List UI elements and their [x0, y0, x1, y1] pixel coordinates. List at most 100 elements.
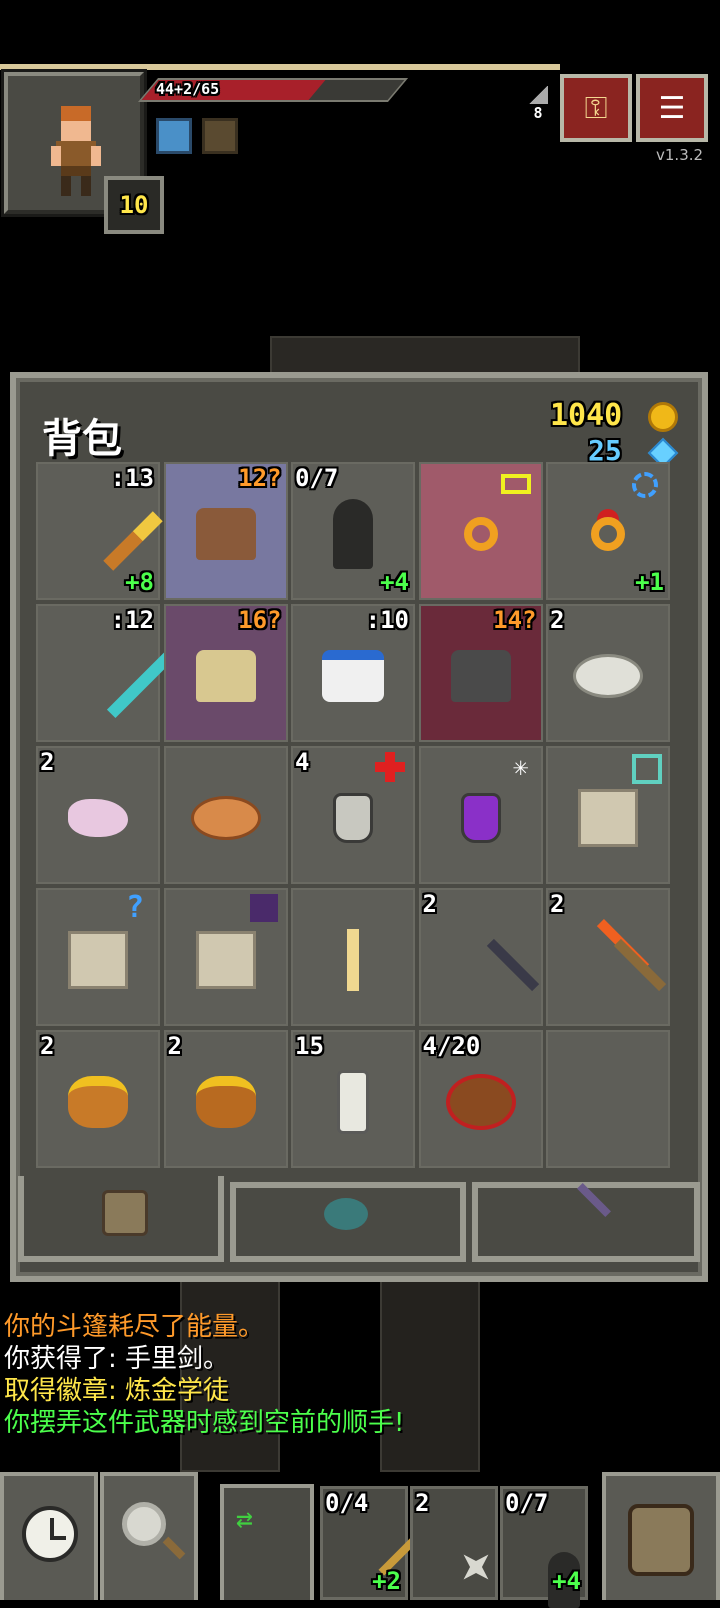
inventory-slot-23[interactable]: 15	[291, 1030, 415, 1168]
inventory-slot-7[interactable]: 16?	[163, 604, 288, 742]
inventory-slot-10[interactable]: 2	[546, 604, 670, 742]
log-message: 你摆弄这件武器时感到空前的顺手!	[4, 1408, 405, 1438]
gold-count: 1040	[550, 398, 623, 433]
inventory-slot-13[interactable]: 4	[291, 746, 415, 884]
slot-upgrade-level: +8	[125, 568, 154, 596]
bag-icon	[445, 1073, 516, 1130]
inventory-slot-5[interactable]: +1	[546, 462, 670, 600]
search-icon	[122, 1502, 166, 1546]
leather-armor-icon	[195, 507, 256, 560]
menu-icon: ☰	[658, 90, 686, 126]
skull-icon	[249, 894, 278, 922]
inventory-slot-1[interactable]: :13 +8	[36, 462, 163, 600]
inventory-slot-21[interactable]: 2	[36, 1030, 160, 1168]
quickslot-1[interactable]: 0/4 +2	[320, 1486, 430, 1600]
inventory-slot-3[interactable]: 0/7 +4	[291, 462, 415, 600]
red-cross-icon	[375, 752, 405, 782]
tab-backpack[interactable]	[18, 1176, 224, 1262]
clock-icon	[22, 1506, 78, 1562]
inventory-slot-14[interactable]: ✳	[418, 746, 543, 884]
backpack-icon	[628, 1504, 694, 1576]
slot-quantity: 15	[295, 1032, 324, 1060]
buff-icon-blue[interactable]	[156, 118, 192, 154]
swap-icon: ⇄	[236, 1502, 253, 1535]
hero-sprite	[51, 106, 101, 196]
quickslot-upgrade: +2	[372, 1567, 401, 1595]
stairs-icon	[528, 86, 548, 104]
potion-white-icon	[333, 792, 373, 843]
slot-strength: :10	[365, 606, 409, 634]
slot-strength: 14?	[493, 606, 537, 634]
buff-icon-brown[interactable]	[202, 118, 238, 154]
quickslot-swap-button[interactable]: ⇄	[220, 1484, 314, 1600]
slot-strength: 16?	[238, 606, 282, 634]
inventory-slot-8[interactable]: :10	[291, 604, 415, 742]
potion-purple-icon	[460, 792, 501, 843]
slot-upgrade-level: +4	[380, 568, 409, 596]
target-icon	[632, 472, 658, 498]
inventory-slot-15[interactable]	[546, 746, 670, 884]
wait-button[interactable]	[0, 1472, 98, 1600]
inventory-slot-2[interactable]: 12?	[163, 462, 288, 600]
scroll-r-icon	[195, 930, 256, 989]
level-text: 10	[119, 191, 149, 219]
inventory-button[interactable]	[602, 1472, 720, 1600]
keys-icon: ⚿	[584, 90, 608, 126]
slot-quantity: 2	[167, 1032, 182, 1060]
robe-icon	[322, 649, 384, 702]
slot-strength: :12	[110, 606, 154, 634]
torch-icon	[613, 938, 667, 991]
inventory-slot-20[interactable]: 2	[546, 888, 670, 1026]
honey-pot-cracked-icon	[195, 1075, 256, 1128]
pasty-icon	[190, 795, 261, 840]
inventory-slot-9[interactable]: 14?	[418, 604, 543, 742]
dart-icon	[486, 938, 539, 991]
inventory-slot-11[interactable]: 2	[36, 746, 160, 884]
pouch-icon	[324, 1198, 368, 1230]
inventory-title: 背包	[42, 416, 122, 462]
inventory-slot-12[interactable]	[163, 746, 288, 884]
dew-vial-icon	[337, 1069, 369, 1134]
search-button[interactable]	[100, 1472, 198, 1600]
holster-icon	[577, 1183, 611, 1217]
dungeon-wall	[270, 336, 580, 376]
depth-indicator: 8	[524, 86, 552, 136]
quickslot-upgrade: +4	[552, 1567, 581, 1595]
slot-strength: 12?	[238, 464, 282, 492]
inventory-slot-16[interactable]: ?	[36, 888, 160, 1026]
inventory-slot-22[interactable]: 2	[163, 1030, 288, 1168]
slot-quantity: 2	[550, 890, 565, 918]
depth-text: 8	[533, 104, 543, 122]
inventory-slot-19[interactable]: 2	[418, 888, 543, 1026]
inventory-slot-24[interactable]: 4/20	[418, 1030, 543, 1168]
quickslot-2[interactable]: 2	[410, 1486, 498, 1600]
version-label: v1.3.2	[656, 146, 704, 164]
inventory-slot-25[interactable]	[546, 1030, 670, 1168]
scale-armor-icon	[195, 649, 256, 702]
slot-quantity: 2	[40, 748, 55, 776]
ring-gold-icon	[463, 516, 498, 551]
slot-quantity: 2	[422, 890, 437, 918]
honey-pot-icon	[68, 1075, 128, 1128]
journal-button[interactable]: ⚿	[560, 74, 632, 142]
inventory-slot-18[interactable]	[291, 888, 415, 1026]
gold-coin-icon	[648, 402, 678, 432]
inventory-slot-6[interactable]: :12	[36, 604, 180, 742]
level-badge: 10	[104, 176, 164, 234]
slot-quantity: 0/7	[295, 464, 339, 492]
snowflake-icon: ✳	[512, 752, 529, 782]
inventory-slot-4[interactable]	[418, 462, 543, 600]
dungeon-pillar-right	[380, 1262, 480, 1472]
battery-icon	[500, 474, 531, 494]
tab-holster[interactable]	[472, 1182, 700, 1262]
backpack-icon	[102, 1190, 148, 1236]
slot-upgrade-level: +1	[635, 568, 664, 596]
menu-button[interactable]: ☰	[636, 74, 708, 142]
quickslot-3[interactable]: 0/7 +4	[500, 1486, 588, 1608]
shuriken-icon	[451, 1542, 501, 1592]
stone-icon	[573, 653, 643, 698]
tab-pouch[interactable]	[230, 1182, 466, 1262]
slot-quantity: 4	[295, 748, 310, 776]
inventory-slot-17[interactable]	[163, 888, 288, 1026]
ring-gold-red-icon	[591, 516, 625, 551]
